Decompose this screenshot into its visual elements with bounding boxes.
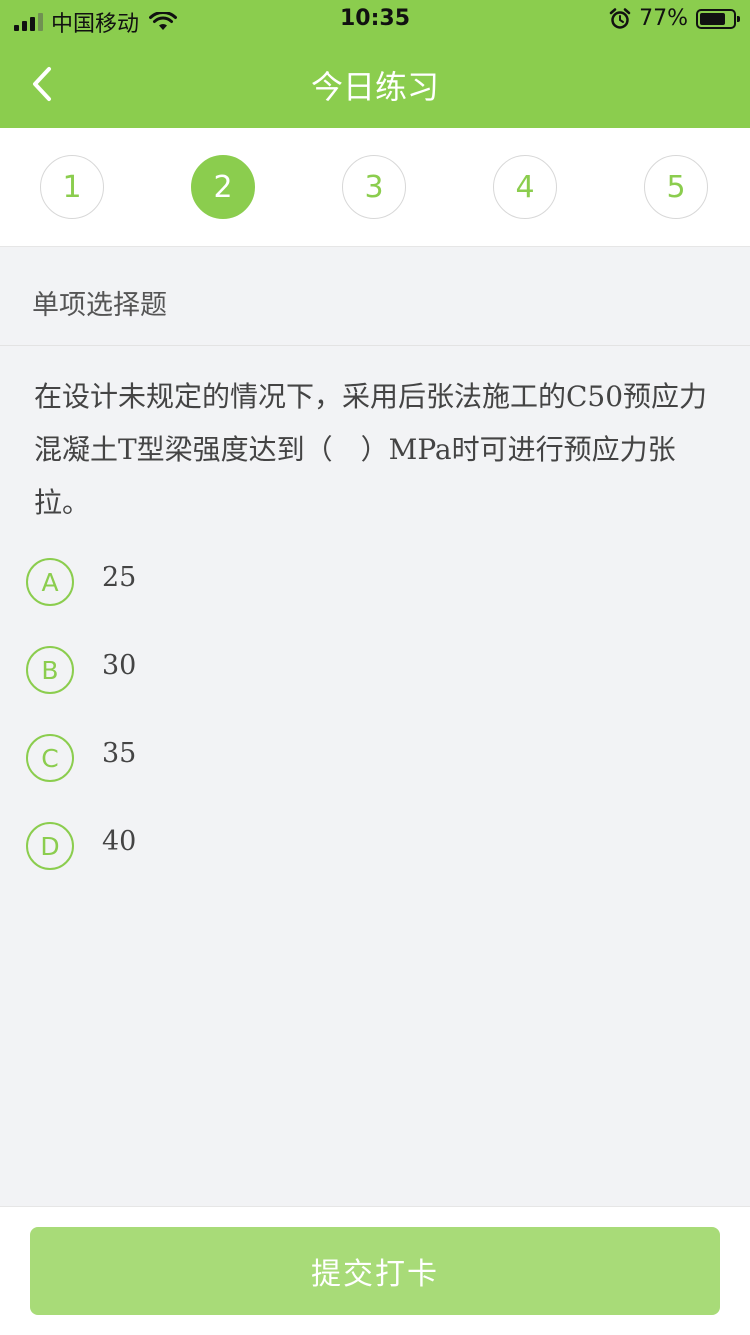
question-text: 在设计未规定的情况下，采用后张法施工的C50预应力混凝土T型梁强度达到（ ）MP… (34, 380, 708, 519)
status-right: 77% (609, 6, 740, 31)
option-letter: A (26, 558, 74, 606)
tab-question-4[interactable]: 4 (493, 155, 557, 219)
page-title: 今日练习 (310, 68, 439, 106)
option-a[interactable]: A 25 (26, 558, 706, 610)
option-d[interactable]: D 40 (26, 822, 706, 874)
option-text: 25 (102, 562, 137, 593)
tab-question-5[interactable]: 5 (644, 155, 708, 219)
question-type-title: 单项选择题 (32, 290, 167, 321)
submit-checkin-button[interactable]: 提交打卡 (30, 1227, 720, 1315)
tab-question-3[interactable]: 3 (342, 155, 406, 219)
battery-percent: 77% (639, 6, 688, 31)
option-b[interactable]: B 30 (26, 646, 706, 698)
question-number-tabs: 1 2 3 4 5 (0, 128, 750, 247)
option-text: 40 (102, 826, 137, 857)
battery-icon (696, 8, 740, 29)
nav-bar: 今日练习 (0, 40, 750, 128)
alarm-icon (609, 7, 631, 29)
option-text: 35 (102, 738, 137, 769)
option-letter: C (26, 734, 74, 782)
option-letter: D (26, 822, 74, 870)
option-letter: B (26, 646, 74, 694)
section-header: 单项选择题 (0, 247, 750, 346)
tab-question-1[interactable]: 1 (40, 155, 104, 219)
tab-question-2[interactable]: 2 (191, 155, 255, 219)
option-c[interactable]: C 35 (26, 734, 706, 786)
battery-fill (700, 12, 725, 25)
status-bar: 中国移动 10:35 77% (0, 0, 750, 40)
option-text: 30 (102, 650, 137, 681)
bottom-bar: 提交打卡 (0, 1206, 750, 1335)
